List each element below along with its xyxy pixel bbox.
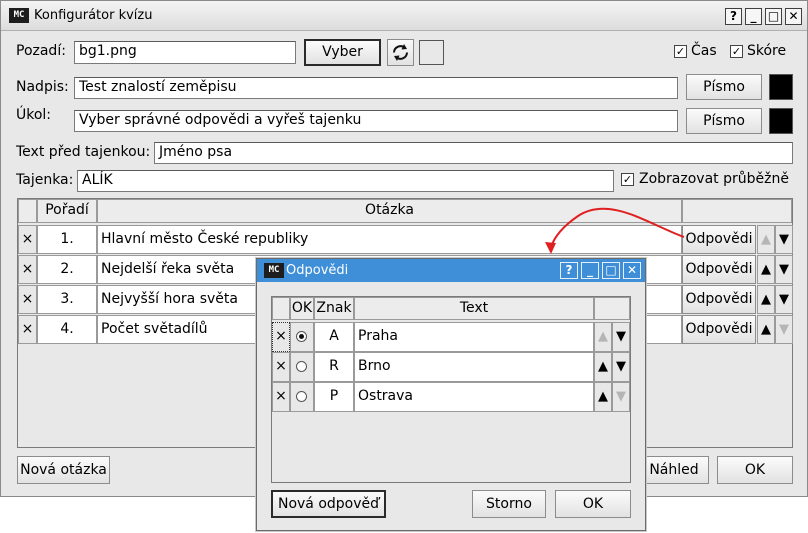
move-down-button[interactable]: ▼ <box>775 285 793 314</box>
pre-text-field[interactable]: Jméno psa <box>154 142 793 164</box>
question-order-cell: 4. <box>37 315 97 344</box>
secret-label: Tajenka: <box>16 172 74 188</box>
heading-field[interactable]: Test znalostí zeměpisu <box>74 77 678 99</box>
time-checkbox[interactable]: ✓ <box>674 45 687 58</box>
maximize-button[interactable]: □ <box>765 8 782 25</box>
minimize-button[interactable]: _ <box>745 8 762 25</box>
background-label: Pozadí: <box>16 43 66 59</box>
answers-button[interactable]: Odpovědi <box>682 225 756 254</box>
move-down-button[interactable]: ▼ <box>775 255 793 284</box>
correct-radio[interactable] <box>296 361 307 372</box>
show-progress-checkbox[interactable]: ✓ <box>621 173 634 186</box>
move-down-button: ▼ <box>612 382 630 412</box>
answers-button[interactable]: Odpovědi <box>682 255 756 284</box>
dialog-title: Odpovědi <box>286 263 349 278</box>
delete-row-button[interactable]: × <box>18 225 37 254</box>
task-color-swatch[interactable] <box>769 108 793 134</box>
move-down-button[interactable]: ▼ <box>775 225 793 254</box>
time-label: Čas <box>691 43 717 59</box>
correct-radio[interactable] <box>296 331 307 342</box>
secret-field[interactable]: ALÍK <box>77 170 614 192</box>
title-bar[interactable]: MC Konfigurátor kvízu ? _ □ ✕ <box>1 1 807 31</box>
move-down-button: ▼ <box>775 315 793 344</box>
correct-answer-radio-cell[interactable] <box>290 352 314 382</box>
move-down-button[interactable]: ▼ <box>612 352 630 382</box>
delete-row-button[interactable]: × <box>18 315 37 344</box>
correct-radio[interactable] <box>296 391 307 402</box>
answer-text-cell[interactable]: Brno <box>354 352 594 382</box>
answer-text-cell[interactable]: Ostrava <box>354 382 594 412</box>
dialog-minimize-button[interactable]: _ <box>581 262 599 279</box>
dialog-close-button[interactable]: ✕ <box>623 262 641 279</box>
score-checkbox[interactable]: ✓ <box>730 45 743 58</box>
app-icon: MC <box>9 8 29 23</box>
ok-button[interactable]: OK <box>717 456 793 484</box>
dialog-help-button[interactable]: ? <box>560 262 578 279</box>
answer-letter-cell[interactable]: A <box>314 322 354 352</box>
answer-actions-header <box>594 297 630 320</box>
ok-column-header[interactable]: OK <box>290 297 314 320</box>
delete-row-button[interactable]: × <box>18 255 37 284</box>
answers-button[interactable]: Odpovědi <box>682 315 756 344</box>
heading-font-button[interactable]: Písmo <box>686 74 762 100</box>
refresh-icon <box>393 44 408 61</box>
heading-color-swatch[interactable] <box>769 74 793 100</box>
background-field[interactable]: bg1.png <box>74 41 296 64</box>
corner-header <box>18 199 37 223</box>
answer-letter-cell[interactable]: P <box>314 382 354 412</box>
choose-background-button[interactable]: Vyber <box>304 39 381 66</box>
move-up-button[interactable]: ▲ <box>594 382 612 412</box>
move-up-button[interactable]: ▲ <box>594 352 612 382</box>
question-order-cell: 2. <box>37 255 97 284</box>
new-answer-button[interactable]: Nová odpověď <box>271 490 386 518</box>
answer-letter-cell[interactable]: R <box>314 352 354 382</box>
corner-header <box>272 297 290 320</box>
task-field[interactable]: Vyber správné odpovědi a vyřeš tajenku <box>74 110 678 132</box>
answer-text-cell[interactable]: Praha <box>354 322 594 352</box>
question-order-cell: 3. <box>37 285 97 314</box>
cancel-button[interactable]: Storno <box>472 490 546 518</box>
delete-answer-button[interactable]: × <box>272 352 290 382</box>
move-up-button[interactable]: ▲ <box>757 285 775 314</box>
text-column-header[interactable]: Text <box>354 297 594 320</box>
dialog-ok-button[interactable]: OK <box>555 490 631 518</box>
dialog-maximize-button[interactable]: □ <box>602 262 620 279</box>
annotation-arrow <box>545 207 685 254</box>
answers-dialog: MC Odpovědi ? _ □ ✕ OK Znak Text × A Pra… <box>256 258 646 531</box>
move-down-button[interactable]: ▼ <box>612 322 630 352</box>
window-title: Konfigurátor kvízu <box>34 8 153 23</box>
question-order-cell: 1. <box>37 225 97 254</box>
delete-answer-button[interactable]: × <box>272 382 290 412</box>
correct-answer-radio-cell[interactable] <box>290 382 314 412</box>
close-button[interactable]: ✕ <box>785 8 802 25</box>
score-label: Skóre <box>747 43 787 59</box>
actions-column-header <box>682 199 792 223</box>
delete-answer-button[interactable]: × <box>272 322 290 352</box>
move-up-button[interactable]: ▲ <box>757 255 775 284</box>
task-font-button[interactable]: Písmo <box>686 108 762 134</box>
heading-label: Nadpis: <box>16 79 69 95</box>
dialog-app-icon: MC <box>264 263 284 278</box>
background-color-swatch[interactable] <box>419 40 444 65</box>
answers-button[interactable]: Odpovědi <box>682 285 756 314</box>
move-up-button: ▲ <box>594 322 612 352</box>
new-question-button[interactable]: Nová otázka <box>17 456 110 484</box>
move-up-button[interactable]: ▲ <box>757 315 775 344</box>
task-label: Úkol: <box>16 107 52 123</box>
show-progress-label: Zobrazovat průběžně <box>639 171 789 187</box>
order-column-header[interactable]: Pořadí <box>37 199 97 223</box>
move-up-button: ▲ <box>757 225 775 254</box>
correct-answer-radio-cell[interactable] <box>290 322 314 352</box>
dialog-title-bar[interactable]: MC Odpovědi ? _ □ ✕ <box>257 259 645 282</box>
preview-button[interactable]: Náhled <box>639 456 709 484</box>
delete-row-button[interactable]: × <box>18 285 37 314</box>
pre-text-label: Text před tajenkou: <box>16 144 151 160</box>
answers-table: OK Znak Text × A Praha ▲ ▼ × R Brno ▲ ▼ … <box>271 296 631 483</box>
letter-column-header[interactable]: Znak <box>314 297 354 320</box>
reset-background-button[interactable] <box>387 39 414 66</box>
help-button[interactable]: ? <box>725 8 742 25</box>
